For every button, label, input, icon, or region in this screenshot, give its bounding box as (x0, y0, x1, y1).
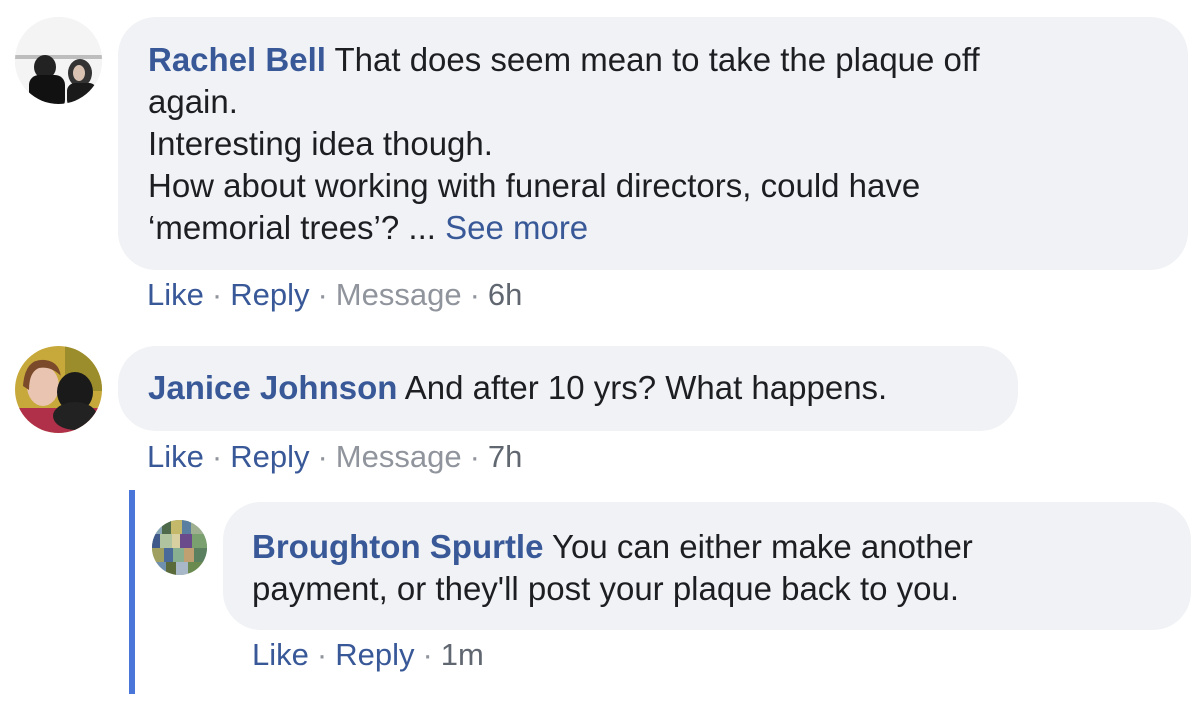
timestamp[interactable]: 6h (488, 277, 522, 312)
avatar-photo-icon (15, 346, 102, 433)
separator: · (469, 277, 480, 312)
reply-thread-line (129, 490, 135, 694)
separator: · (211, 439, 223, 474)
reply-actions: Like · Reply · 1m (252, 637, 484, 673)
separator: · (469, 439, 480, 474)
timestamp[interactable]: 1m (441, 637, 484, 672)
separator: · (317, 439, 328, 474)
like-link[interactable]: Like (147, 439, 204, 474)
comment-text: Interesting idea though. (148, 125, 493, 162)
separator: · (422, 637, 433, 672)
reply-link[interactable]: Reply (230, 439, 309, 474)
avatar-photo-icon (15, 17, 102, 104)
comment-text: again. (148, 83, 238, 120)
separator: · (316, 637, 328, 672)
reply-text: payment, or they'll post your plaque bac… (252, 570, 960, 607)
avatar[interactable] (152, 520, 207, 575)
reply-link[interactable]: Reply (230, 277, 309, 312)
comment-text: That does seem mean to take the plaque o… (334, 41, 980, 78)
message-link[interactable]: Message (336, 277, 462, 312)
comment-bubble: Rachel Bell That does seem mean to take … (118, 17, 1188, 270)
comment-line: Rachel Bell That does seem mean to take … (148, 39, 1158, 81)
reply-author[interactable]: Broughton Spurtle (252, 528, 543, 565)
reply-line: Broughton Spurtle You can either make an… (252, 526, 1162, 568)
avatar-mosaic-icon (152, 520, 207, 575)
avatar[interactable] (15, 17, 102, 104)
comment-text: And after 10 yrs? What happens. (404, 369, 888, 406)
comment-author[interactable]: Janice Johnson (148, 369, 397, 406)
separator: · (211, 277, 223, 312)
reply-bubble: Broughton Spurtle You can either make an… (223, 502, 1191, 630)
like-link[interactable]: Like (252, 637, 309, 672)
like-link[interactable]: Like (147, 277, 204, 312)
reply-link[interactable]: Reply (335, 637, 414, 672)
comment-actions: Like · Reply · Message · 7h (147, 439, 522, 475)
comment-line: ‘memorial trees’? ... See more (148, 207, 1158, 249)
comment-text: How about working with funeral directors… (148, 167, 921, 204)
comment-author[interactable]: Rachel Bell (148, 41, 326, 78)
comment-bubble: Janice Johnson And after 10 yrs? What ha… (118, 346, 1018, 431)
comment-text: ‘memorial trees’? ... (148, 209, 436, 246)
separator: · (317, 277, 328, 312)
reply-text: You can either make another (552, 528, 973, 565)
timestamp[interactable]: 7h (488, 439, 522, 474)
comment-line: Janice Johnson And after 10 yrs? What ha… (148, 367, 988, 409)
message-link[interactable]: Message (336, 439, 462, 474)
see-more-link[interactable]: See more (445, 209, 588, 246)
avatar[interactable] (15, 346, 102, 433)
comment-actions: Like · Reply · Message · 6h (147, 277, 522, 313)
